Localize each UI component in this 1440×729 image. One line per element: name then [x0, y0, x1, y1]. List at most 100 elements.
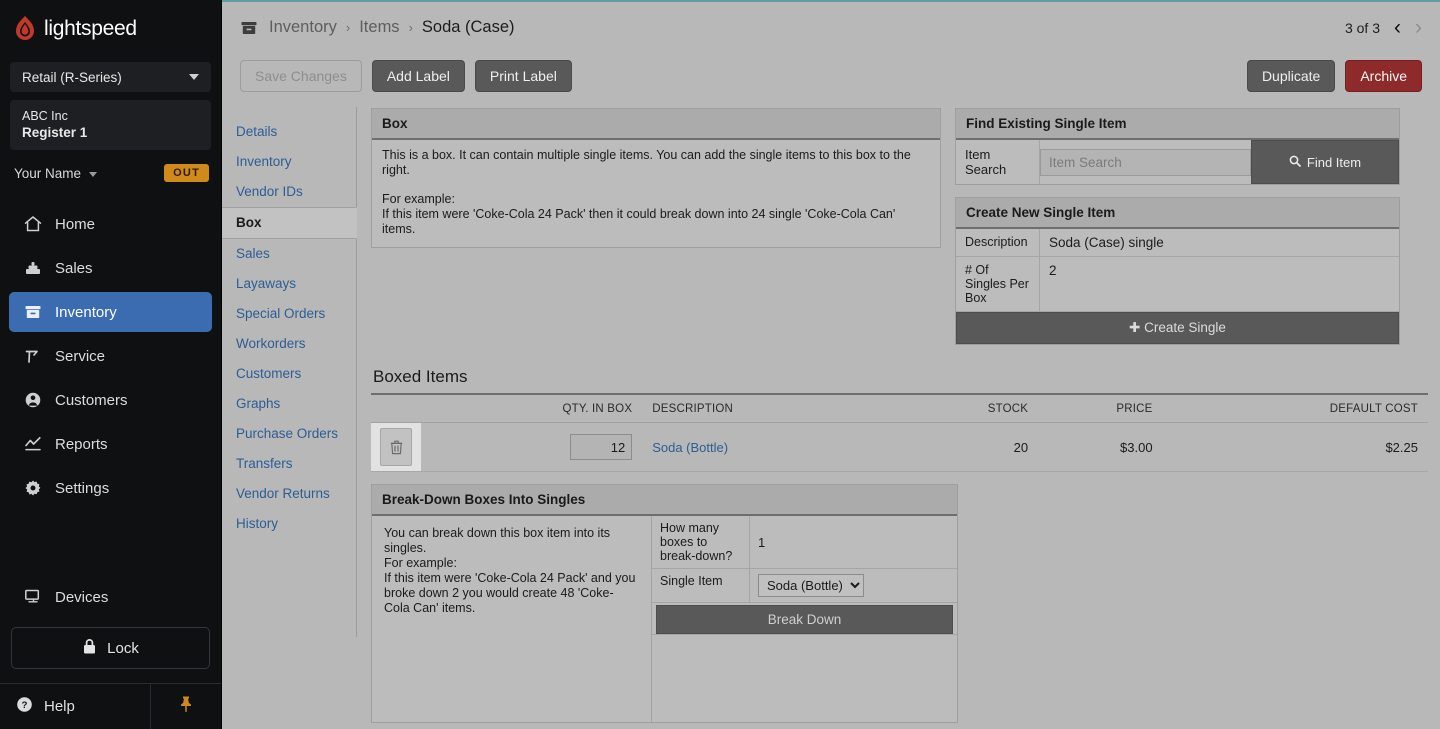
- content-area: Box This is a box. It can contain multip…: [357, 99, 1440, 723]
- store-register-block[interactable]: ABC Inc Register 1: [10, 100, 211, 150]
- find-item-button[interactable]: Find Item: [1251, 140, 1399, 184]
- duplicate-button[interactable]: Duplicate: [1246, 60, 1336, 92]
- create-single-label: Create Single: [1144, 320, 1226, 335]
- chevron-left-icon[interactable]: ‹: [1394, 17, 1401, 38]
- sidebar-item-sales[interactable]: Sales: [9, 248, 212, 288]
- subnav-item-history[interactable]: History: [222, 509, 356, 539]
- subnav-item-layaways[interactable]: Layaways: [222, 269, 356, 299]
- sidebar-item-label: Inventory: [55, 303, 117, 321]
- description-value[interactable]: Soda (Case) single: [1040, 229, 1399, 256]
- archive-button[interactable]: Archive: [1345, 60, 1422, 92]
- subnav-item-workorders[interactable]: Workorders: [222, 329, 356, 359]
- add-label-button[interactable]: Add Label: [371, 60, 465, 92]
- singles-per-box-label: # Of Singles Per Box: [956, 257, 1040, 311]
- clock-status-badge[interactable]: OUT: [164, 164, 209, 182]
- break-down-form: How many boxes to break-down? 1 Single I…: [652, 516, 957, 722]
- how-many-boxes-value[interactable]: 1: [750, 516, 957, 568]
- trash-icon[interactable]: [380, 428, 412, 466]
- boxed-items-body: Soda (Bottle) 20 $3.00 $2.25: [371, 422, 1428, 472]
- record-count: 3 of 3: [1344, 19, 1380, 36]
- single-item-select[interactable]: Soda (Bottle): [758, 574, 864, 597]
- inventory-box-icon: [240, 19, 260, 37]
- sidebar-item-home[interactable]: Home: [9, 204, 212, 244]
- subnav-item-inventory[interactable]: Inventory: [222, 147, 356, 177]
- action-toolbar-right: Duplicate Archive: [1246, 60, 1422, 92]
- flame-logo-icon: [14, 16, 36, 42]
- subnav-item-special-orders[interactable]: Special Orders: [222, 299, 356, 329]
- create-single-button[interactable]: ✚ Create Single: [956, 312, 1399, 344]
- pin-button[interactable]: [151, 684, 221, 729]
- subnav-item-box[interactable]: Box: [222, 207, 357, 239]
- sidebar-item-reports[interactable]: Reports: [9, 424, 212, 464]
- subnav-item-customers[interactable]: Customers: [222, 359, 356, 389]
- subnav-item-vendor-returns[interactable]: Vendor Returns: [222, 479, 356, 509]
- print-label-button[interactable]: Print Label: [474, 60, 572, 92]
- qty-in-box-input[interactable]: [570, 434, 633, 460]
- col-price: PRICE: [1034, 394, 1159, 423]
- record-pager: 3 of 3 ‹ ›: [1345, 17, 1422, 38]
- col-actions: [371, 394, 427, 423]
- lock-icon: [82, 638, 97, 659]
- subnav-item-sales[interactable]: Sales: [222, 239, 356, 269]
- box-panel-body: This is a box. It can contain multiple s…: [372, 140, 940, 247]
- inventory-box-icon: [23, 303, 42, 322]
- lock-button[interactable]: Lock: [11, 627, 210, 669]
- sidebar-item-inventory[interactable]: Inventory: [9, 292, 212, 332]
- svg-text:?: ?: [22, 700, 28, 711]
- chevron-right-icon[interactable]: ›: [1415, 17, 1422, 38]
- price-cell: $3.00: [1034, 422, 1159, 472]
- help-button[interactable]: ? Help: [0, 684, 151, 729]
- register-name: Register 1: [22, 125, 88, 140]
- find-item-label: Find Item: [1306, 154, 1362, 170]
- item-search-input[interactable]: [1040, 148, 1251, 176]
- sidebar-item-customers[interactable]: Customers: [9, 380, 212, 420]
- break-down-description: You can break down this box item into it…: [384, 526, 611, 555]
- box-panel: Box This is a box. It can contain multip…: [371, 108, 941, 248]
- create-single-title: Create New Single Item: [956, 198, 1399, 229]
- sidebar-item-label: Reports: [55, 435, 108, 453]
- primary-sidebar: lightspeed Retail (R-Series) ABC Inc Reg…: [0, 0, 222, 729]
- singles-per-box-value[interactable]: 2: [1040, 257, 1399, 311]
- box-panel-title: Box: [372, 109, 940, 140]
- person-circle-icon: [23, 391, 42, 410]
- cash-register-icon: [23, 259, 42, 278]
- subnav-item-details[interactable]: Details: [222, 117, 356, 147]
- breadcrumb-item-items[interactable]: Items: [359, 18, 399, 37]
- breadcrumb-item-inventory[interactable]: Inventory: [269, 18, 337, 37]
- table-header-row: QTY. IN BOX DESCRIPTION STOCK PRICE DEFA…: [371, 394, 1428, 423]
- sidebar-item-label: Sales: [55, 259, 93, 277]
- sidebar-item-devices[interactable]: Devices: [0, 579, 221, 615]
- chevron-down-icon: [189, 74, 199, 80]
- item-search-label: Item Search: [956, 140, 1040, 184]
- break-down-button[interactable]: Break Down: [656, 605, 953, 634]
- break-down-columns: You can break down this box item into it…: [372, 516, 957, 722]
- sidebar-item-service[interactable]: Service: [9, 336, 212, 376]
- monitor-icon: [23, 588, 42, 607]
- subnav-item-graphs[interactable]: Graphs: [222, 389, 356, 419]
- item-subnav: Details Inventory Vendor IDs Box Sales L…: [222, 107, 357, 637]
- plus-icon: ✚: [1129, 320, 1141, 335]
- find-existing-single-item-panel: Find Existing Single Item Item Search It…: [955, 108, 1400, 185]
- break-down-title: Break-Down Boxes Into Singles: [372, 485, 957, 516]
- box-example-text: If this item were 'Coke-Cola 24 Pack' th…: [382, 207, 896, 236]
- main-area: Inventory › Items › Soda (Case) 3 of 3 ‹…: [222, 0, 1440, 729]
- subnav-item-vendor-ids[interactable]: Vendor IDs: [222, 177, 356, 207]
- col-default-cost: DEFAULT COST: [1158, 394, 1428, 423]
- boxed-items-table: QTY. IN BOX DESCRIPTION STOCK PRICE DEFA…: [371, 393, 1428, 472]
- description-row: Description Soda (Case) single: [956, 229, 1399, 257]
- series-selector[interactable]: Retail (R-Series): [10, 62, 211, 92]
- boxed-items-title: Boxed Items: [373, 367, 468, 386]
- col-description: DESCRIPTION: [638, 394, 899, 423]
- box-description-text: This is a box. It can contain multiple s…: [382, 148, 911, 177]
- description-cell: Soda (Bottle): [638, 422, 899, 472]
- subnav-item-purchase-orders[interactable]: Purchase Orders: [222, 419, 356, 449]
- stock-cell: 20: [898, 422, 1035, 472]
- item-description-link[interactable]: Soda (Bottle): [652, 440, 728, 455]
- user-row[interactable]: Your Name OUT: [0, 150, 221, 182]
- subnav-item-transfers[interactable]: Transfers: [222, 449, 356, 479]
- save-changes-button[interactable]: Save Changes: [240, 60, 362, 92]
- sidebar-item-label: Customers: [55, 391, 128, 409]
- sidebar-item-settings[interactable]: Settings: [9, 468, 212, 508]
- single-item-value-cell: Soda (Bottle): [750, 569, 957, 602]
